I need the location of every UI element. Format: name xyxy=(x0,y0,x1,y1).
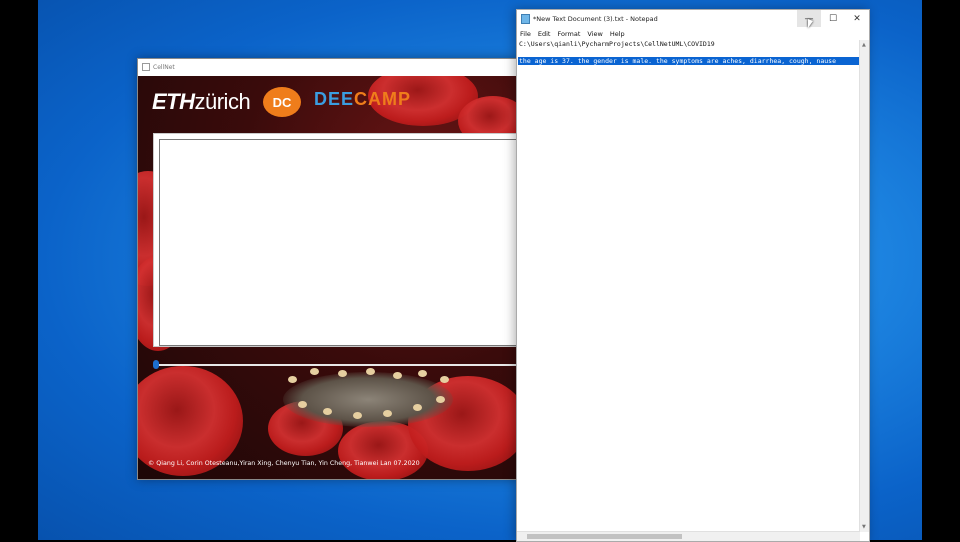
credits-text: © Qiang Li, Corin Otesteanu,Yiran Xing, … xyxy=(148,460,420,467)
progress-slider-track[interactable] xyxy=(154,364,518,366)
virus-spike xyxy=(288,376,297,383)
virus-spike xyxy=(298,401,307,408)
virus-image xyxy=(283,372,453,427)
notepad-window[interactable]: *New Text Document (3).txt - Notepad — ☐… xyxy=(516,9,870,542)
close-button[interactable]: ✕ xyxy=(845,10,869,27)
horizontal-scroll-thumb[interactable] xyxy=(527,534,682,539)
cellnet-window[interactable]: CellNet ETHzürich DC DEECAMP © Qiang Li,… xyxy=(137,58,519,480)
notepad-text-area[interactable]: C:\Users\qianli\PycharmProjects\CellNetU… xyxy=(517,40,860,532)
virus-spike xyxy=(323,408,332,415)
menu-help[interactable]: Help xyxy=(610,30,625,38)
app-icon xyxy=(142,63,150,71)
mouse-cursor-icon xyxy=(808,19,813,28)
menu-view[interactable]: View xyxy=(587,30,602,38)
deecamp-logo: DEECAMP xyxy=(314,89,412,109)
notepad-icon xyxy=(521,14,530,24)
virus-spike xyxy=(418,370,427,377)
cellnet-title-bar[interactable]: CellNet xyxy=(138,59,518,75)
virus-spike xyxy=(413,404,422,411)
menu-format[interactable]: Format xyxy=(557,30,580,38)
virus-spike xyxy=(440,376,449,383)
maximize-button[interactable]: ☐ xyxy=(821,10,845,27)
progress-slider-thumb[interactable] xyxy=(153,360,159,369)
notepad-title: *New Text Document (3).txt - Notepad xyxy=(533,15,658,23)
menu-edit[interactable]: Edit xyxy=(538,30,551,38)
text-area[interactable] xyxy=(159,139,518,346)
notepad-menu-bar: File Edit Format View Help xyxy=(517,28,869,40)
virus-spike xyxy=(366,368,375,375)
deecamp-icon: DC xyxy=(263,87,301,117)
scroll-up-icon[interactable]: ▲ xyxy=(862,42,866,48)
virus-spike xyxy=(353,412,362,419)
vertical-scrollbar[interactable]: ▲ ▼ xyxy=(859,40,869,532)
cellnet-title: CellNet xyxy=(153,63,175,71)
selected-text-line: the age is 37. the gender is male. the s… xyxy=(518,57,860,65)
scroll-down-icon[interactable]: ▼ xyxy=(862,524,866,530)
input-panel xyxy=(153,133,518,347)
virus-spike xyxy=(310,368,319,375)
menu-file[interactable]: File xyxy=(520,30,531,38)
eth-zurich-logo: ETHzürich xyxy=(152,89,251,114)
virus-spike xyxy=(436,396,445,403)
cellnet-content: ETHzürich DC DEECAMP © Qiang Li, Corin O… xyxy=(138,76,518,479)
virus-spike xyxy=(393,372,402,379)
text-line-path: C:\Users\qianli\PycharmProjects\CellNetU… xyxy=(519,40,715,48)
virus-spike xyxy=(383,410,392,417)
notepad-title-bar[interactable]: *New Text Document (3).txt - Notepad — ☐… xyxy=(517,10,869,28)
virus-spike xyxy=(338,370,347,377)
